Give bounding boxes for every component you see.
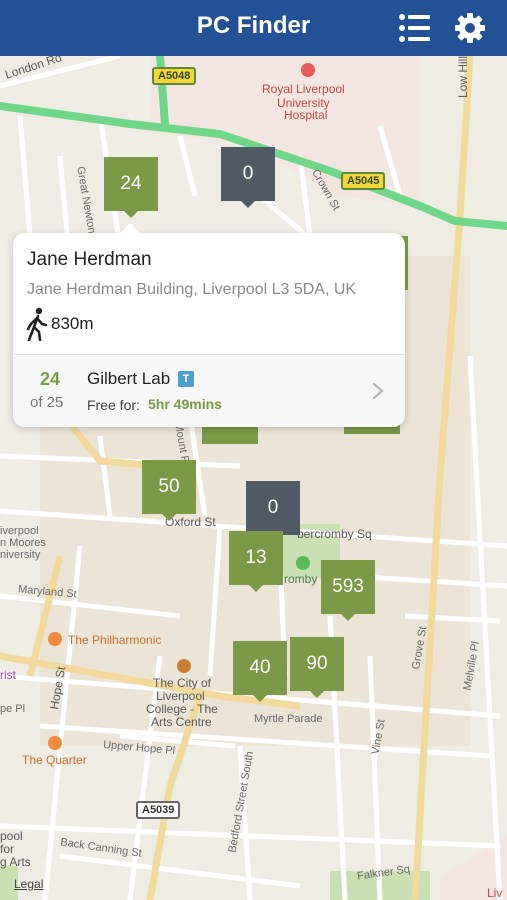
marker-count: 90 xyxy=(306,653,328,674)
poi-label: The City of xyxy=(153,676,212,690)
building-address: Jane Herdman Building, Liverpool L3 5DA,… xyxy=(27,281,357,298)
hospital-icon xyxy=(301,63,315,77)
venue-icon xyxy=(48,736,62,750)
theatre-icon xyxy=(48,632,62,646)
poi-label: rist xyxy=(0,668,16,682)
college-icon xyxy=(177,659,191,673)
pc-marker[interactable]: 90 xyxy=(290,637,344,698)
poi-label: Liverpool xyxy=(156,689,205,703)
pc-marker[interactable]: 0 xyxy=(221,147,275,208)
pc-marker[interactable]: 593 xyxy=(321,560,375,621)
road-label: pe Pl xyxy=(0,703,26,715)
marker-count: 0 xyxy=(242,163,254,184)
marker-count: 50 xyxy=(158,476,180,497)
gear-icon xyxy=(455,13,485,43)
road-shield: A5045 xyxy=(341,172,386,190)
poi-label: romby xyxy=(284,572,318,586)
pc-marker[interactable]: 0 xyxy=(246,481,300,542)
poi-label: College - The xyxy=(146,702,218,716)
poi-label: Royal Liverpool xyxy=(262,82,345,96)
poi-label: iverpool xyxy=(0,525,39,537)
legal-link[interactable]: Legal xyxy=(14,877,43,891)
marker-count: 40 xyxy=(249,657,271,678)
marker-count: 24 xyxy=(120,173,142,194)
callout-pointer xyxy=(119,223,141,234)
poi-label: Arts Centre xyxy=(151,715,212,729)
list-view-button[interactable] xyxy=(398,12,432,44)
pc-marker[interactable]: 50 xyxy=(142,460,196,521)
list-icon xyxy=(399,14,430,42)
free-for-value: 5hr 49mins xyxy=(148,396,222,412)
poi-label: The Quarter xyxy=(22,753,87,767)
pc-marker[interactable]: 24 xyxy=(104,157,158,218)
poi-label: niversity xyxy=(0,549,41,561)
lab-name: Gilbert Lab xyxy=(87,369,171,388)
lab-type-badge: T xyxy=(178,371,194,387)
free-for-label: Free for: xyxy=(87,397,140,413)
poi-label: pool xyxy=(0,829,23,843)
map-view[interactable]: London Rd A5048 Royal Liverpool Universi… xyxy=(0,56,507,900)
walking-distance: 830m xyxy=(51,314,94,333)
poi-label: n Moores xyxy=(0,537,46,549)
park-icon xyxy=(296,556,310,570)
marker-count: 0 xyxy=(267,497,279,518)
poi-label: Liv xyxy=(487,886,503,900)
app-header: PC Finder xyxy=(0,0,507,56)
road-label: Myrtle Parade xyxy=(254,713,323,725)
lab-row[interactable]: 24 of 25 Gilbert Lab T Free for: 5hr 49m… xyxy=(13,354,405,427)
marker-count: 593 xyxy=(332,576,364,597)
poi-label: g Arts xyxy=(0,855,31,869)
walking-person-icon xyxy=(26,307,48,341)
total-count: of 25 xyxy=(30,394,64,411)
available-count: 24 xyxy=(39,369,61,389)
chevron-right-icon xyxy=(372,382,384,400)
building-name: Jane Herdman xyxy=(27,249,152,270)
road-shield: A5048 xyxy=(152,67,197,85)
pc-marker[interactable]: 40 xyxy=(233,641,287,702)
location-callout[interactable]: Jane Herdman Jane Herdman Building, Live… xyxy=(13,223,405,427)
pc-marker[interactable]: 13 xyxy=(229,531,283,592)
poi-label: The Philharmonic xyxy=(68,633,162,647)
road-shield: A5039 xyxy=(136,801,181,819)
road-label: Low Hill xyxy=(456,56,471,99)
poi-label: Hospital xyxy=(284,108,328,122)
marker-count: 13 xyxy=(245,547,267,568)
poi-label: for xyxy=(0,842,15,856)
road-label: bercromby Sq xyxy=(297,527,372,541)
settings-button[interactable] xyxy=(452,10,488,46)
